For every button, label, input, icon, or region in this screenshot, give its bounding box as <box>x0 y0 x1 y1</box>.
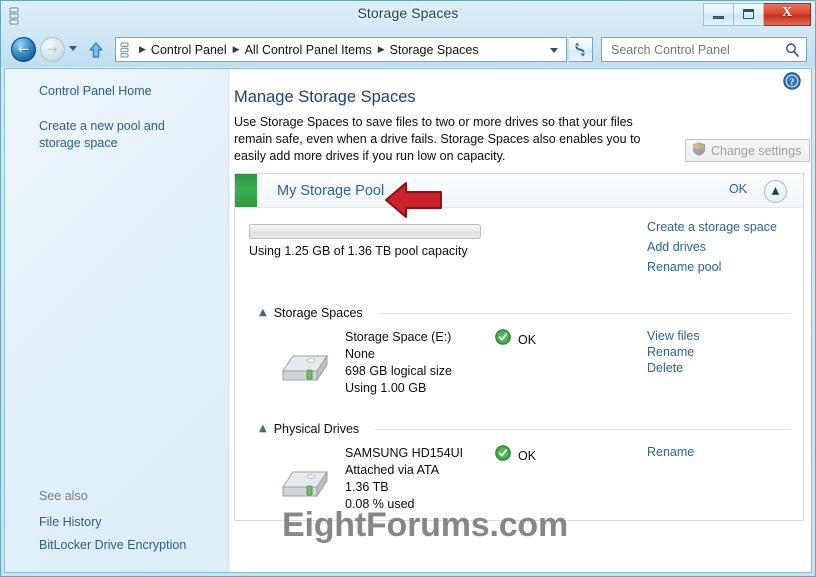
back-arrow-icon: ← <box>18 42 29 57</box>
physical-drive-actions: Rename <box>647 445 694 459</box>
breadcrumb-control-panel[interactable]: Control Panel <box>149 43 229 57</box>
physical-drive-capacity: 1.36 TB <box>345 480 389 494</box>
section-collapse-icon[interactable]: ▲ <box>259 308 267 318</box>
section-title: Storage Spaces <box>273 306 363 320</box>
address-control-panel-icon <box>120 42 135 58</box>
storage-space-status: OK <box>495 329 536 350</box>
sidebar-item-control-panel-home[interactable]: Control Panel Home <box>39 83 152 100</box>
section-title: Physical Drives <box>273 422 360 436</box>
close-button[interactable]: X <box>764 3 811 26</box>
maximize-button[interactable] <box>734 3 764 26</box>
section-header: ▲ Physical Drives <box>235 422 803 436</box>
storage-pool-body: Using 1.25 GB of 1.36 TB pool capacity C… <box>235 208 803 520</box>
sidebar-item-file-history[interactable]: File History <box>39 514 102 531</box>
back-button[interactable]: ← <box>11 37 36 62</box>
content-pane: ? Manage Storage Spaces Use Storage Spac… <box>230 69 811 572</box>
section-divider <box>374 428 791 430</box>
storage-space-info: Storage Space (E:) None 698 GB logical s… <box>345 329 452 397</box>
see-also-label: See also <box>39 489 88 503</box>
refresh-icon <box>575 42 585 57</box>
search-box[interactable] <box>601 37 807 62</box>
storage-space-resiliency: None <box>345 347 375 361</box>
green-check-icon <box>495 329 511 350</box>
page-title: Manage Storage Spaces <box>234 88 416 106</box>
refresh-button[interactable] <box>569 37 593 62</box>
physical-drive-status: OK <box>495 445 536 466</box>
address-bar[interactable]: ▶ Control Panel ▶ All Control Panel Item… <box>115 37 567 62</box>
rename-drive-link[interactable]: Rename <box>647 445 694 459</box>
window-title: Storage Spaces <box>357 5 459 21</box>
storage-space-logical-size: 698 GB logical size <box>345 364 453 378</box>
storage-space-status-text: OK <box>518 332 537 347</box>
up-button[interactable] <box>86 40 106 60</box>
forward-button[interactable]: → <box>40 37 65 62</box>
physical-drive-attachment: Attached via ATA <box>345 463 440 477</box>
storage-space-used: Using 1.00 GB <box>345 381 427 395</box>
sidebar-item-create-new-pool[interactable]: Create a new pool and storage space <box>39 118 207 152</box>
physical-drive-info: SAMSUNG HD154UI Attached via ATA 1.36 TB… <box>345 445 463 513</box>
hard-drive-icon <box>277 345 333 389</box>
help-icon[interactable]: ? <box>783 72 801 90</box>
section-header: ▲ Storage Spaces <box>235 306 803 320</box>
search-icon[interactable] <box>785 42 800 58</box>
window-controls: X <box>703 3 811 26</box>
breadcrumb-all-control-panel-items[interactable]: All Control Panel Items <box>243 43 374 57</box>
address-dropdown-icon[interactable] <box>550 48 558 53</box>
pool-collapse-button[interactable]: ▲ <box>764 180 787 203</box>
minimize-icon <box>713 16 724 19</box>
site-watermark: EightForums.com <box>282 506 569 544</box>
pool-actions: Create a storage space Add drives Rename… <box>647 220 777 274</box>
maximize-icon <box>743 9 754 19</box>
recent-locations-button[interactable] <box>69 46 77 51</box>
section-divider <box>377 312 791 314</box>
create-a-storage-space-link[interactable]: Create a storage space <box>647 220 777 234</box>
storage-space-name: Storage Space (E:) <box>345 330 452 344</box>
svg-text:?: ? <box>790 78 795 88</box>
breadcrumb-separator: ▶ <box>139 44 146 54</box>
physical-drive-model: SAMSUNG HD154UI <box>345 446 464 460</box>
pool-capacity-bar <box>249 224 481 239</box>
chevron-up-icon: ▲ <box>771 185 780 196</box>
add-drives-link[interactable]: Add drives <box>647 240 777 254</box>
pool-capacity-text: Using 1.25 GB of 1.36 TB pool capacity <box>249 244 468 258</box>
sidebar-item-bitlocker-drive-encryption[interactable]: BitLocker Drive Encryption <box>39 537 186 554</box>
change-settings-label: Change settings <box>711 143 802 158</box>
breadcrumb-separator: ▶ <box>232 44 240 54</box>
sidebar: Control Panel Home Create a new pool and… <box>5 69 229 572</box>
storage-spaces-window: Storage Spaces X ← → ▶ Control Panel ▶ A… <box>0 0 816 577</box>
uac-shield-icon <box>692 142 706 159</box>
breadcrumb-storage-spaces[interactable]: Storage Spaces <box>388 43 481 57</box>
storage-space-row: Storage Space (E:) None 698 GB logical s… <box>235 329 803 407</box>
forward-arrow-icon: → <box>47 42 58 57</box>
rename-pool-link[interactable]: Rename pool <box>647 260 777 274</box>
storage-pool-panel: My Storage Pool OK ▲ Using 1.25 GB of 1.… <box>234 173 804 521</box>
pool-status-color-block <box>235 174 257 207</box>
hard-drive-icon <box>277 461 333 505</box>
section-collapse-icon[interactable]: ▲ <box>259 424 267 434</box>
breadcrumb-separator: ▶ <box>377 44 385 54</box>
pool-status-text: OK <box>728 182 747 196</box>
view-files-link[interactable]: View files <box>647 329 700 343</box>
search-input[interactable] <box>609 42 783 58</box>
storage-space-actions: View files Rename Delete <box>647 329 700 375</box>
minimize-button[interactable] <box>703 3 734 26</box>
change-settings-button[interactable]: Change settings <box>685 139 811 162</box>
storage-pool-name[interactable]: My Storage Pool <box>277 183 384 199</box>
rename-space-link[interactable]: Rename <box>647 345 700 359</box>
client-area: Control Panel Home Create a new pool and… <box>4 68 812 573</box>
close-icon: X <box>781 5 793 20</box>
navigation-bar: ← → ▶ Control Panel ▶ All Control Panel … <box>1 32 815 67</box>
title-bar: Storage Spaces X <box>1 1 815 31</box>
section-storage-spaces: ▲ Storage Spaces Storage Space (E:) None… <box>235 306 803 407</box>
delete-space-link[interactable]: Delete <box>647 361 700 375</box>
page-description: Use Storage Spaces to save files to two … <box>234 115 641 163</box>
up-arrow-icon <box>89 42 103 58</box>
storage-pool-header: My Storage Pool OK ▲ <box>235 174 803 208</box>
physical-drive-status-text: OK <box>518 448 537 463</box>
green-check-icon <box>495 445 511 466</box>
